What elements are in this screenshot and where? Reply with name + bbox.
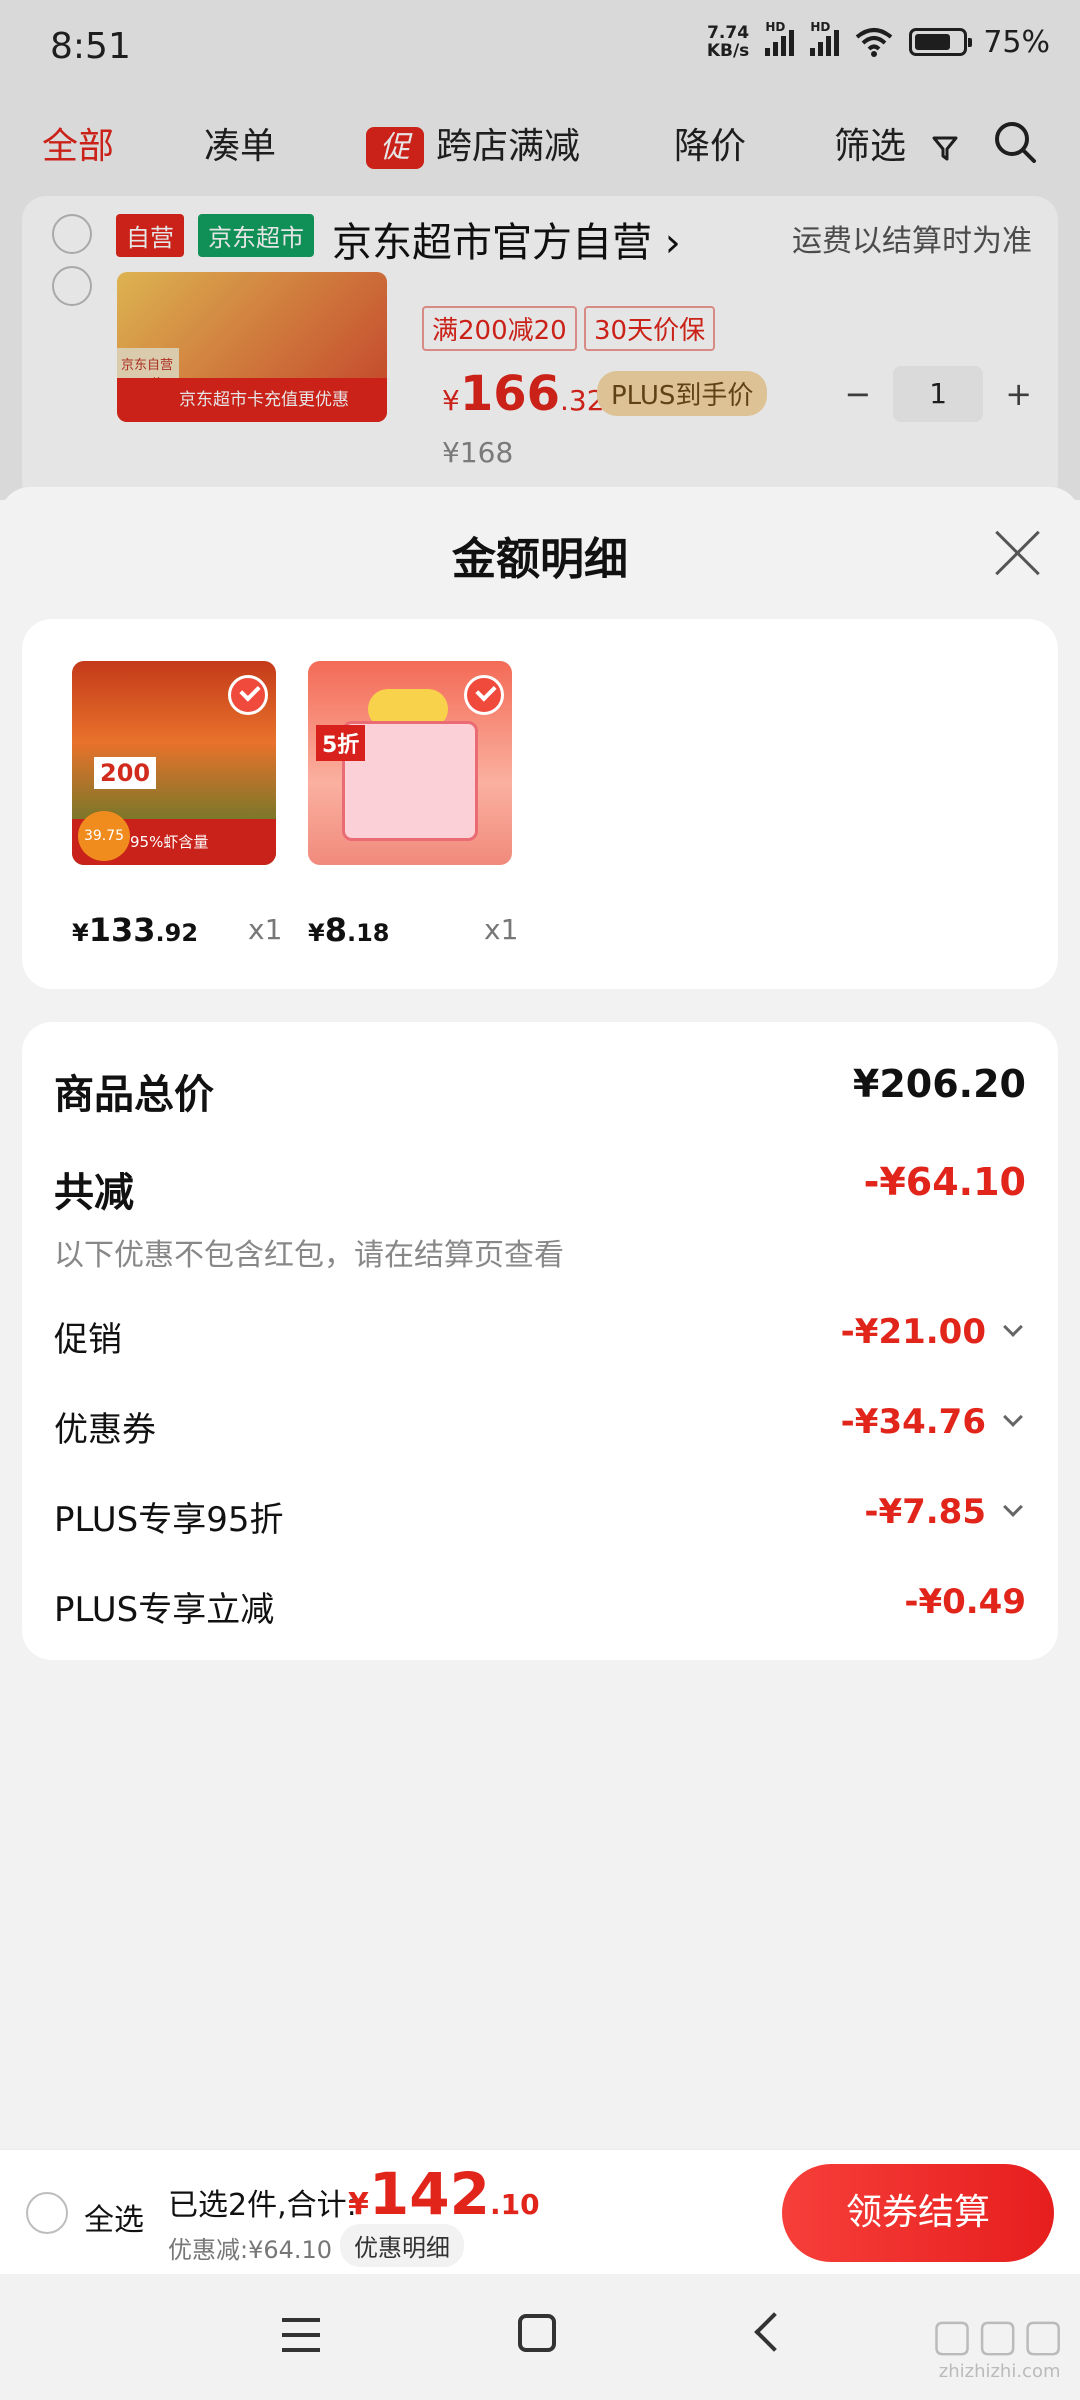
checkmark-icon — [464, 675, 504, 715]
promotion-row[interactable]: 促销 -¥21.00 — [54, 1312, 1026, 1362]
dim-overlay[interactable] — [0, 0, 1080, 500]
chevron-down-icon[interactable] — [1003, 1407, 1023, 1427]
select-all-radio[interactable] — [26, 2192, 68, 2234]
watermark: ▢▢▢ zhizhizhi.com — [931, 2310, 1068, 2382]
selected-summary: 已选2件,合计: — [168, 2188, 357, 2223]
checkmark-icon — [228, 675, 268, 715]
plus-discount-value: -¥7.85 — [864, 1492, 986, 1532]
promotion-value: -¥21.00 — [840, 1312, 986, 1352]
plus-instant-row: PLUS专享立减 -¥0.49 — [54, 1582, 1026, 1632]
selected-items-card: 200 95%虾含量 39.75 ¥133.92 x1 5折 ¥8.18 x1 — [22, 619, 1058, 989]
plus-instant-value: -¥0.49 — [904, 1582, 1026, 1622]
price-summary-card: 商品总价 ¥206.20 共减 -¥64.10 以下优惠不包含红包，请在结算页查… — [22, 1022, 1058, 1660]
menu-icon[interactable] — [282, 2318, 320, 2352]
watermark-logo: ▢▢▢ — [931, 2310, 1068, 2361]
plus-discount-row[interactable]: PLUS专享95折 -¥7.85 — [54, 1492, 1026, 1542]
total-price-label: 商品总价 — [54, 1072, 214, 1118]
coupon-label: 优惠券 — [54, 1410, 156, 1450]
chevron-down-icon[interactable] — [1003, 1317, 1023, 1337]
home-icon[interactable] — [518, 2314, 556, 2352]
coupon-row[interactable]: 优惠券 -¥34.76 — [54, 1402, 1026, 1452]
plus-instant-label: PLUS专享立减 — [54, 1590, 275, 1630]
sheet-title: 金额明细 — [452, 534, 628, 585]
discount-amount: 优惠减:¥64.10 — [168, 2236, 333, 2264]
amount-detail-sheet: 金额明细 200 95%虾含量 39.75 ¥133.92 x1 5折 ¥8.1… — [0, 487, 1080, 2149]
watermark-text: zhizhizhi.com — [938, 2361, 1061, 2382]
selected-item[interactable]: 5折 ¥8.18 x1 — [308, 661, 548, 949]
plus-discount-label: PLUS专享95折 — [54, 1500, 284, 1540]
coupon-value: -¥34.76 — [840, 1402, 986, 1442]
checkout-button[interactable]: 领券结算 — [782, 2164, 1054, 2262]
total-reduction-label: 共减 — [54, 1170, 134, 1216]
item-image-price: 39.75 — [78, 811, 130, 861]
system-nav-bar — [0, 2274, 1080, 2400]
item-quantity: x1 — [248, 913, 283, 946]
item-thumbnail: 5折 — [308, 661, 512, 865]
item-thumbnail: 200 95%虾含量 39.75 — [72, 661, 276, 865]
grand-total: ¥142.10 — [348, 2160, 540, 2228]
close-icon[interactable] — [992, 527, 1042, 577]
item-price: ¥8.18 — [308, 911, 390, 949]
item-price: ¥133.92 — [72, 911, 199, 949]
item-image-badge: 5折 — [316, 725, 366, 761]
discount-detail-button[interactable]: 优惠明细 — [340, 2224, 464, 2267]
total-reduction-value: -¥64.10 — [863, 1160, 1026, 1204]
reduction-note: 以下优惠不包含红包，请在结算页查看 — [54, 1238, 564, 1273]
total-price-value: ¥206.20 — [852, 1062, 1026, 1106]
promotion-label: 促销 — [54, 1320, 122, 1360]
item-quantity: x1 — [484, 913, 519, 946]
chevron-down-icon[interactable] — [1003, 1497, 1023, 1517]
selected-item[interactable]: 200 95%虾含量 39.75 ¥133.92 x1 — [72, 661, 312, 949]
item-image-badge: 200 — [94, 757, 157, 789]
select-all-label[interactable]: 全选 — [84, 2195, 144, 2239]
checkout-bar: 全选 已选2件,合计: ¥142.10 优惠减:¥64.10 优惠明细 领券结算 — [0, 2149, 1080, 2274]
back-icon[interactable] — [754, 2312, 794, 2352]
